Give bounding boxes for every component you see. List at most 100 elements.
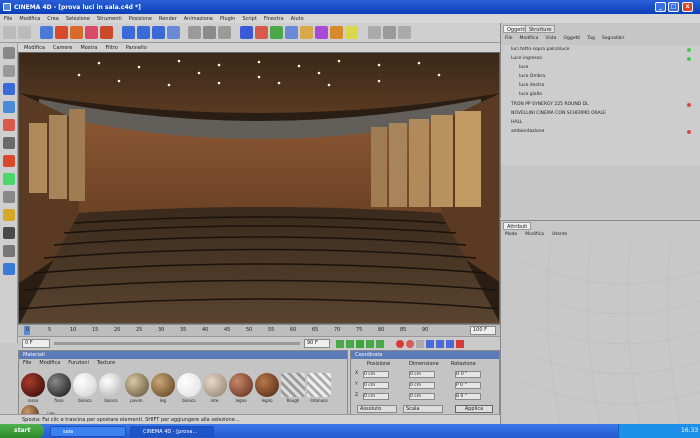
menu-strumenti[interactable]: Strumenti bbox=[97, 16, 122, 22]
prev-frame-icon[interactable] bbox=[346, 340, 354, 348]
minimize-button[interactable]: _ bbox=[655, 2, 666, 12]
solo-icon[interactable] bbox=[3, 245, 15, 257]
rotation-key-icon[interactable] bbox=[446, 340, 454, 348]
object-menu-tag[interactable]: Tag bbox=[587, 36, 595, 41]
scale-icon[interactable] bbox=[70, 26, 83, 39]
position-x-field[interactable]: 0 cm bbox=[363, 371, 389, 378]
snap-icon[interactable] bbox=[368, 26, 381, 39]
object-row[interactable]: luce destra bbox=[503, 82, 699, 90]
redo-icon[interactable] bbox=[18, 26, 31, 39]
camera-icon[interactable] bbox=[330, 26, 343, 39]
material-swatch[interactable] bbox=[21, 373, 45, 397]
scale-key-icon[interactable] bbox=[436, 340, 444, 348]
rotate-icon[interactable] bbox=[85, 26, 98, 39]
menu-crea[interactable]: Crea bbox=[47, 16, 59, 22]
attributes-menu-modifica[interactable]: Modifica bbox=[525, 232, 544, 237]
current-frame-field[interactable]: 0 F bbox=[22, 339, 50, 348]
workplane-axis-icon[interactable] bbox=[3, 263, 15, 275]
checker-icon[interactable] bbox=[3, 227, 15, 239]
animation-mode-icon[interactable] bbox=[3, 173, 15, 185]
cube-icon[interactable] bbox=[240, 26, 253, 39]
render-settings-icon[interactable] bbox=[218, 26, 231, 39]
play-icon[interactable] bbox=[356, 340, 364, 348]
viewport-menu-filtro[interactable]: Filtro bbox=[106, 45, 118, 51]
object-menu-file[interactable]: File bbox=[505, 36, 513, 41]
select-arrow-icon[interactable] bbox=[40, 26, 53, 39]
end-frame-field[interactable]: 100 F bbox=[470, 326, 496, 335]
undo-icon[interactable] bbox=[3, 26, 16, 39]
object-row[interactable]: TRON PP SYNERGY 225 ROUND DL bbox=[503, 101, 699, 109]
viewport-menu-pannello[interactable]: Pannello bbox=[126, 45, 147, 51]
size-y-field[interactable]: 0 cm bbox=[409, 382, 435, 389]
array-icon[interactable] bbox=[270, 26, 283, 39]
attributes-menu-modo[interactable]: Modo bbox=[505, 232, 517, 237]
close-button[interactable]: x bbox=[682, 2, 693, 12]
material-swatch[interactable] bbox=[47, 373, 71, 397]
move-icon[interactable] bbox=[55, 26, 68, 39]
position-y-field[interactable]: 0 cm bbox=[363, 382, 389, 389]
menu-file[interactable]: File bbox=[4, 16, 12, 22]
light-icon[interactable] bbox=[345, 26, 358, 39]
visibility-dot[interactable] bbox=[687, 130, 691, 134]
menu-posizione[interactable]: Posizione bbox=[129, 16, 152, 22]
object-row[interactable]: luce bbox=[503, 64, 699, 72]
polygons-mode-icon[interactable] bbox=[3, 119, 15, 131]
size-z-field[interactable]: 0 cm bbox=[409, 393, 435, 400]
object-menu-segnalibri[interactable]: Segnalibri bbox=[602, 36, 625, 41]
object-row[interactable]: Luce ingresso bbox=[503, 55, 699, 63]
end-range-field[interactable]: 90 F bbox=[304, 339, 330, 348]
material-menu-texture[interactable]: Texture bbox=[97, 360, 115, 366]
rotation-b-field[interactable]: B 0 ° bbox=[455, 393, 481, 400]
object-row[interactable]: NOVELLINI CINEMA CON SCHERMO ORALE bbox=[503, 110, 699, 118]
object-row[interactable]: luce Ombra bbox=[503, 73, 699, 81]
apply-button[interactable]: Applica bbox=[455, 405, 493, 413]
object-row[interactable]: luce gialla bbox=[503, 91, 699, 99]
menu-aiuto[interactable]: Aiuto bbox=[291, 16, 304, 22]
inverse-kinematics-icon[interactable] bbox=[3, 191, 15, 203]
object-row[interactable]: luci tetto sopra palco\luce bbox=[503, 46, 699, 54]
material-menu-funzioni[interactable]: Funzioni bbox=[68, 360, 89, 366]
environment-icon[interactable] bbox=[315, 26, 328, 39]
texture-mode-icon[interactable] bbox=[3, 65, 15, 77]
menu-script[interactable]: Script bbox=[242, 16, 257, 22]
visibility-dot[interactable] bbox=[687, 103, 691, 107]
model-mode-icon[interactable] bbox=[3, 137, 15, 149]
start-button[interactable]: start bbox=[0, 424, 44, 438]
material-swatch[interactable] bbox=[255, 373, 279, 397]
menu-animazione[interactable]: Animazione bbox=[184, 16, 213, 22]
3d-viewport[interactable] bbox=[18, 52, 500, 324]
parameter-key-icon[interactable] bbox=[456, 340, 464, 348]
record-icon[interactable] bbox=[396, 340, 404, 348]
x-axis-icon[interactable] bbox=[122, 26, 135, 39]
material-swatch[interactable] bbox=[99, 373, 123, 397]
layout-icon[interactable] bbox=[398, 26, 411, 39]
material-swatch[interactable] bbox=[73, 373, 97, 397]
edges-mode-icon[interactable] bbox=[3, 101, 15, 113]
y-axis-icon[interactable] bbox=[137, 26, 150, 39]
last-tool-icon[interactable] bbox=[100, 26, 113, 39]
visibility-dot[interactable] bbox=[687, 48, 691, 52]
material-swatch[interactable] bbox=[229, 373, 253, 397]
object-row[interactable]: HALL bbox=[503, 119, 699, 127]
coordinate-system-icon[interactable] bbox=[167, 26, 180, 39]
menu-selezione[interactable]: Selezione bbox=[66, 16, 90, 22]
render-view-icon[interactable] bbox=[203, 26, 216, 39]
object-menu-modifica[interactable]: Modifica bbox=[520, 36, 539, 41]
make-editable-icon[interactable] bbox=[3, 47, 15, 59]
object-row[interactable]: ambientazione bbox=[503, 128, 699, 136]
go-start-icon[interactable] bbox=[336, 340, 344, 348]
menu-render[interactable]: Render bbox=[159, 16, 177, 22]
go-end-icon[interactable] bbox=[376, 340, 384, 348]
render-region-icon[interactable] bbox=[188, 26, 201, 39]
menu-finestra[interactable]: Finestra bbox=[264, 16, 284, 22]
spline-icon[interactable] bbox=[300, 26, 313, 39]
coord-mode-select[interactable]: Assoluto bbox=[357, 405, 397, 413]
object-menu-vista[interactable]: Vista bbox=[545, 36, 556, 41]
autokey-icon[interactable] bbox=[406, 340, 414, 348]
tab-strutture[interactable]: Strutture bbox=[525, 25, 556, 33]
size-x-field[interactable]: 0 cm bbox=[409, 371, 435, 378]
rotation-p-field[interactable]: P 0 ° bbox=[455, 382, 481, 389]
viewport-menu-camere[interactable]: Camere bbox=[53, 45, 73, 51]
material-swatch[interactable] bbox=[125, 373, 149, 397]
material-swatch[interactable] bbox=[203, 373, 227, 397]
